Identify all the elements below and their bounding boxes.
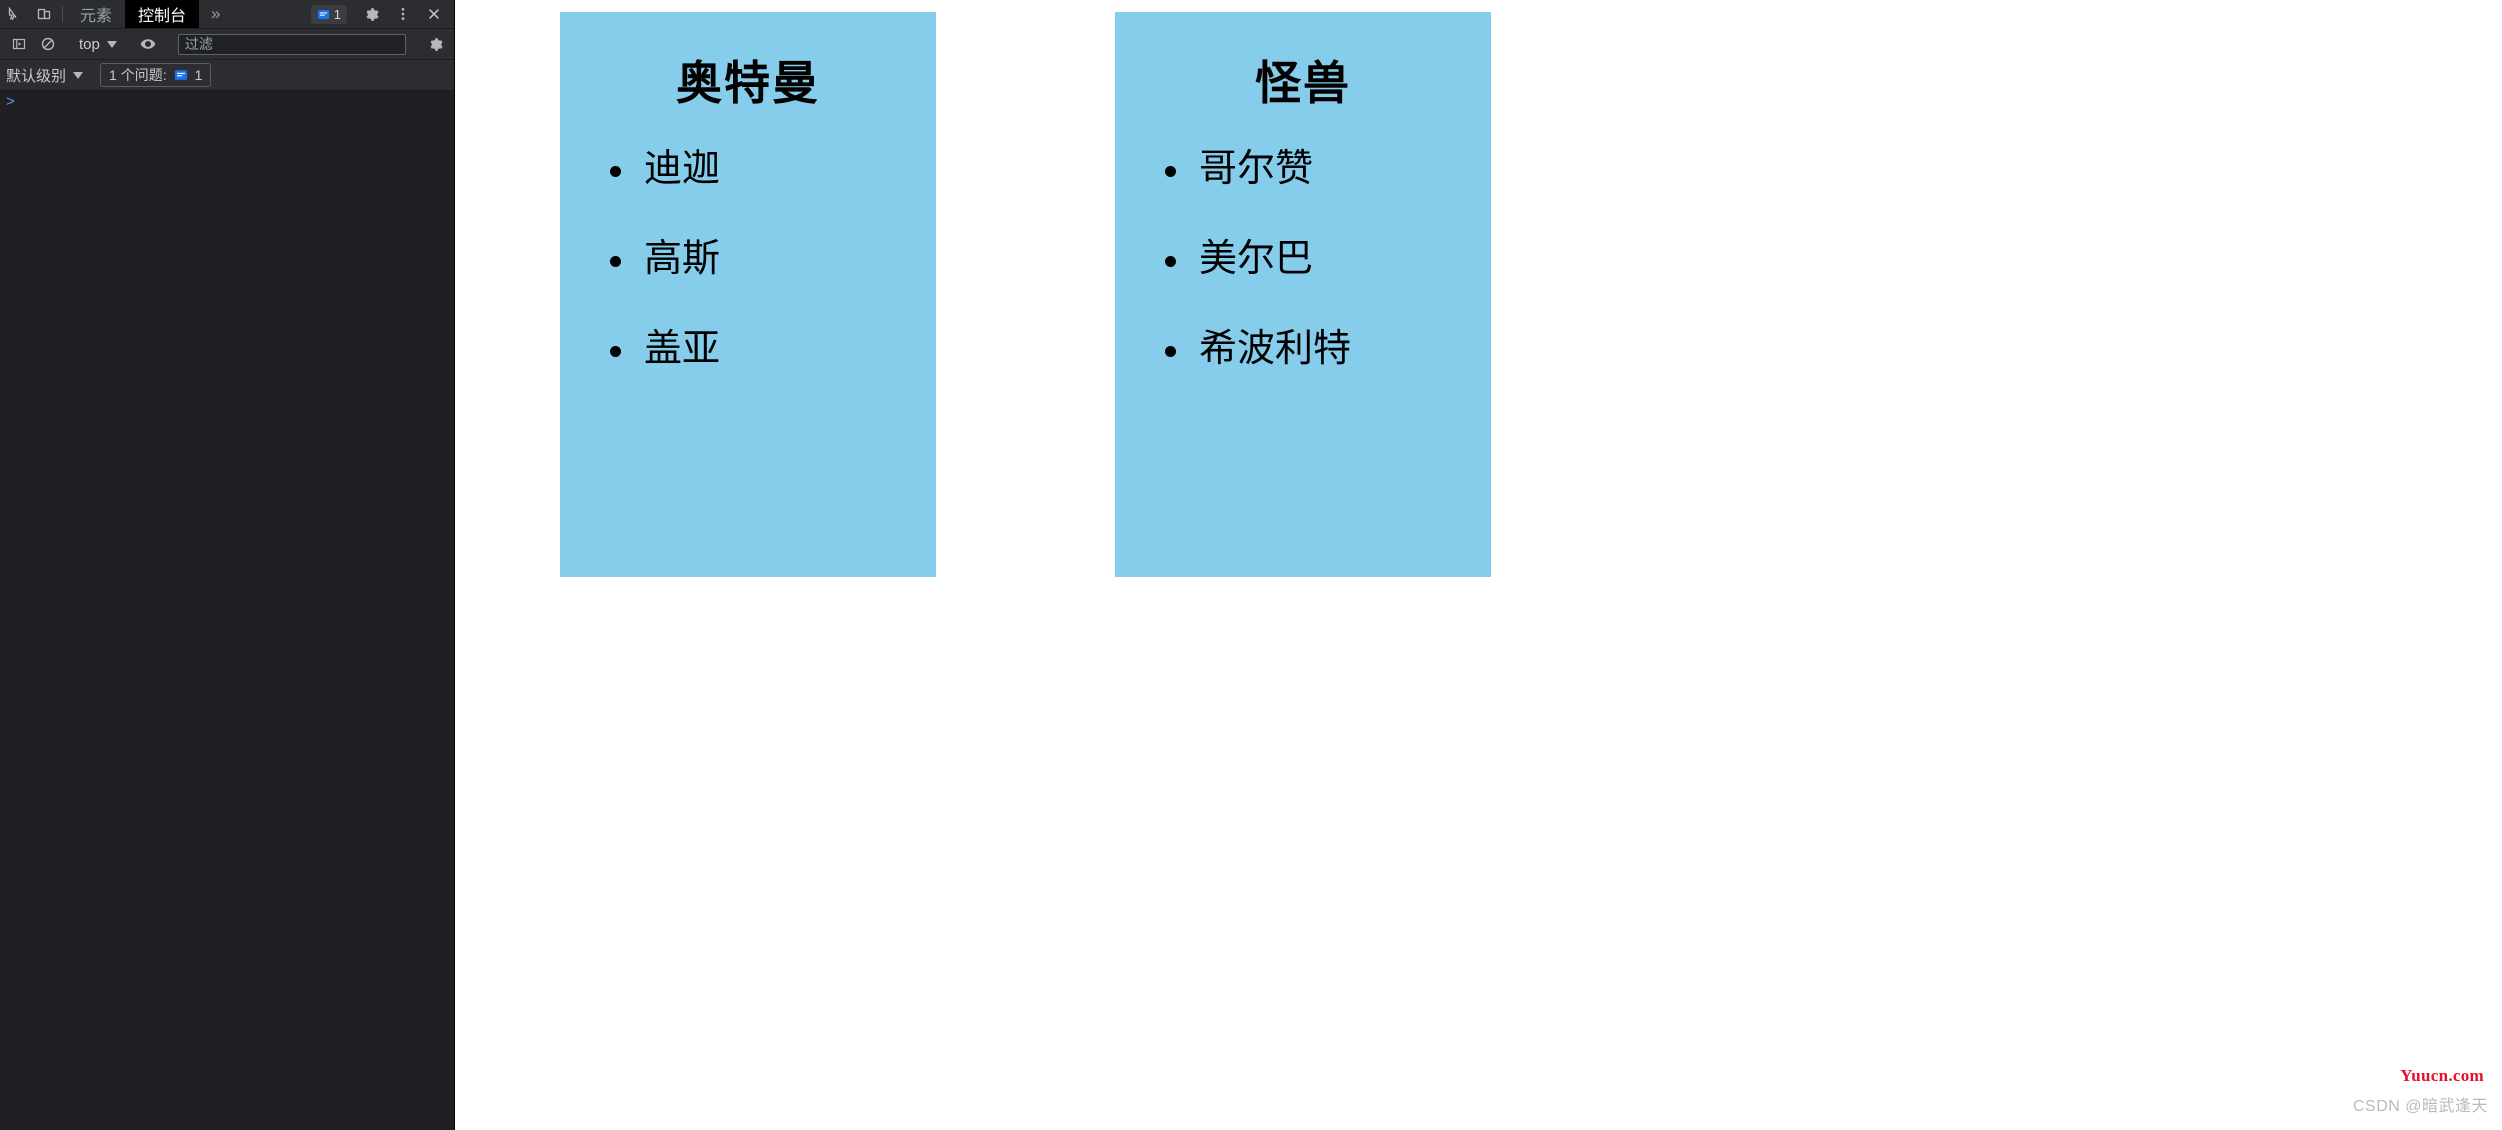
issues-count: 1 [333,6,341,22]
live-expression-eye-icon[interactable] [134,35,163,53]
more-options-icon[interactable] [388,6,417,22]
tab-elements[interactable]: 元素 [67,0,125,28]
list-item: 美尔巴 [1165,240,1491,278]
devtools-tabbar-right: 1 [310,0,454,28]
list-item: 哥尔赞 [1165,150,1491,188]
console-settings-gear-icon[interactable] [421,36,450,53]
console-toolbar: top [0,29,454,60]
issue-message-icon [174,70,187,80]
issues-chip[interactable]: 1 [310,4,347,24]
list-item: 高斯 [610,240,936,278]
console-prompt-row[interactable]: > [0,91,454,115]
log-level-select[interactable]: 默认级别 [6,65,91,86]
console-prompt-arrow: > [6,93,15,110]
list-item: 希波利特 [1165,330,1491,368]
filter-input[interactable] [177,33,406,55]
tab-console[interactable]: 控制台 [125,0,200,28]
list-item: 盖亚 [610,330,936,368]
web-page-viewport: 奥特曼 迪迦 高斯 盖亚 怪兽 哥尔赞 美尔巴 希波利特 Yuucn.com C… [455,0,2502,1130]
tab-elements-label: 元素 [80,8,113,25]
close-icon[interactable] [419,6,448,22]
more-tabs-glyph: » [211,4,221,23]
device-toolbar-icon[interactable] [29,0,58,28]
screenshot-root: 元素 控制台 » 1 top 过滤 默认级别 1 个问题: 1 > 奥特曼 迪迦… [0,0,2502,1130]
inspect-element-icon[interactable] [0,0,29,28]
list-item: 迪迦 [610,150,936,188]
card-monster-title: 怪兽 [1255,57,1351,109]
console-level-bar: 默认级别 1 个问题: 1 [0,60,454,91]
issue-message-icon [317,9,329,19]
more-tabs-icon[interactable]: » [199,0,232,28]
log-level-label: 默认级别 [6,67,67,85]
card-monster-list: 哥尔赞 美尔巴 希波利特 [1115,150,1491,368]
execution-context-label: top [79,35,100,53]
brand-watermark: Yuucn.com [2400,1066,2484,1085]
clear-console-icon[interactable] [33,36,62,52]
devtools-panel: 元素 控制台 » 1 top 过滤 默认级别 1 个问题: 1 > [0,0,455,1130]
console-output-area[interactable]: > [0,91,454,1130]
card-monster: 怪兽 哥尔赞 美尔巴 希波利特 [1115,12,1491,577]
chevron-down-icon [73,71,84,79]
devtools-tabbar: 元素 控制台 » 1 [0,0,454,29]
card-ultraman-list: 迪迦 高斯 盖亚 [560,150,936,368]
issues-badge-count: 1 [194,67,203,83]
csdn-watermark: CSDN @暗武逢天 [2352,1098,2488,1115]
execution-context-select[interactable]: top [71,36,125,53]
card-ultraman-title: 奥特曼 [676,57,820,109]
issues-summary-pill[interactable]: 1 个问题: 1 [100,63,212,87]
gear-icon[interactable] [357,6,386,23]
card-ultraman: 奥特曼 迪迦 高斯 盖亚 [560,12,936,577]
console-sidebar-icon[interactable] [4,36,33,52]
issues-summary-text: 1 个问题: [109,67,167,83]
tab-console-label: 控制台 [138,8,187,25]
toolbar-divider [62,6,63,22]
chevron-down-icon [106,40,117,48]
